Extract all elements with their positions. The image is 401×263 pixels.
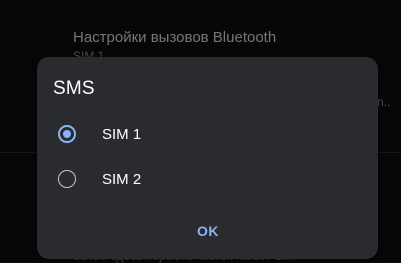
option-sim-2[interactable]: SIM 2 bbox=[37, 157, 378, 201]
option-sim-1[interactable]: SIM 1 bbox=[37, 112, 378, 156]
option-label: SIM 1 bbox=[102, 125, 142, 143]
ok-button[interactable]: OK bbox=[188, 217, 228, 245]
sms-sim-dialog: SMS SIM 1 SIM 2 OK bbox=[37, 57, 378, 259]
option-label: SIM 2 bbox=[102, 170, 142, 188]
radio-unselected-icon[interactable] bbox=[58, 170, 76, 188]
radio-selected-icon[interactable] bbox=[58, 125, 76, 143]
dialog-title: SMS bbox=[53, 78, 95, 99]
